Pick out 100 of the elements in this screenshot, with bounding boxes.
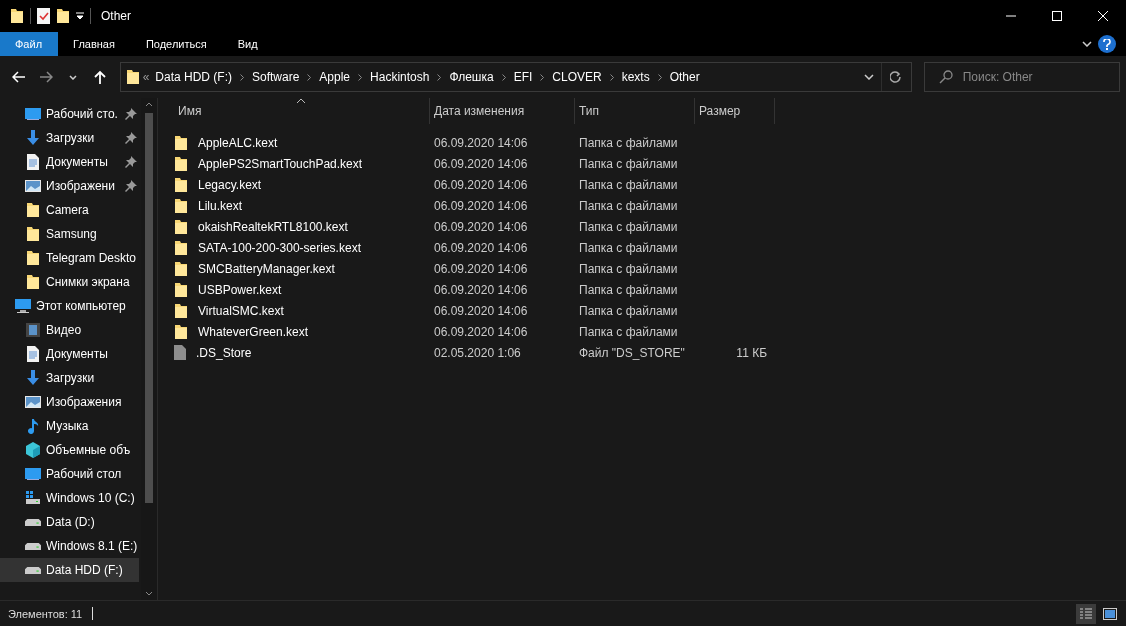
folder-icon <box>174 176 188 193</box>
sidebar-item[interactable]: Camera <box>0 198 139 222</box>
download-arrow-icon <box>25 370 41 386</box>
column-header[interactable]: Дата изменения <box>430 98 575 124</box>
image-icon <box>25 394 41 410</box>
table-cell-text: Папка с файлами <box>578 156 679 171</box>
table-cell-text: 06.09.2020 14:06 <box>433 303 529 318</box>
up-arrow-icon <box>94 70 107 84</box>
breadcrumb[interactable]: Other <box>666 70 703 84</box>
sidebar-item[interactable]: Снимки экрана <box>0 270 139 294</box>
chevron-right-icon[interactable] <box>609 73 614 81</box>
sidebar-item[interactable]: Telegram Deskto <box>0 246 139 270</box>
details-view-icon <box>1080 607 1092 620</box>
file-name[interactable]: USBPower.kext <box>194 282 282 297</box>
table-cell-text: 06.09.2020 14:06 <box>433 198 529 213</box>
breadcrumb[interactable]: Флешка <box>446 70 497 84</box>
table-cell-text: Папка с файлами <box>578 303 679 318</box>
folder-icon <box>174 281 188 298</box>
dropdown-icon[interactable] <box>76 12 84 20</box>
text-cursor <box>92 607 94 620</box>
folder-icon <box>26 274 40 290</box>
file-name[interactable]: .DS_Store <box>192 345 252 360</box>
folder-icon <box>174 302 188 319</box>
chevron-right-icon[interactable] <box>307 73 312 81</box>
breadcrumb[interactable]: kexts <box>618 70 653 84</box>
table-cell-text: 06.09.2020 14:06 <box>433 324 529 339</box>
chevron-down-icon <box>69 74 78 80</box>
sidebar-item[interactable]: Видео <box>0 318 139 342</box>
table-cell-text: Папка с файлами <box>578 324 679 339</box>
new-folder-icon <box>56 8 70 24</box>
chevron-right-icon[interactable] <box>358 73 363 81</box>
address-bar[interactable]: « Data HDD (F:) Software Apple Hackintosh Флешка EFI CLOVER kexts Other <box>119 62 912 92</box>
forward-arrow-icon <box>39 71 54 83</box>
ribbon-tab[interactable]: Файл <box>0 32 59 56</box>
file-name[interactable]: SATA-100-200-300-series.kext <box>194 240 361 255</box>
folder-icon <box>174 218 188 235</box>
table-cell-text: 06.09.2020 14:06 <box>433 240 529 255</box>
chevron-right-icon[interactable] <box>501 73 506 81</box>
sidebar-item[interactable]: Data HDD (F:) <box>0 558 139 582</box>
properties-icon[interactable] <box>37 8 50 24</box>
column-header[interactable]: Имя <box>174 98 430 124</box>
breadcrumb[interactable]: EFI <box>510 70 536 84</box>
scrollbar-thumb[interactable] <box>145 113 153 503</box>
search-icon <box>938 70 953 84</box>
search-field[interactable]: Поиск: Other <box>960 69 1111 85</box>
status-text: Элементов: 11 <box>8 607 83 620</box>
folder-icon <box>26 202 40 218</box>
sidebar-item[interactable]: Документы <box>0 342 139 366</box>
sidebar-item[interactable]: Загрузки <box>0 366 139 390</box>
help-icon[interactable] <box>1098 35 1116 53</box>
folder-icon <box>174 260 188 277</box>
sidebar-item[interactable]: Изображени <box>0 174 139 198</box>
details-view-button[interactable] <box>1076 603 1096 624</box>
chevron-right-icon[interactable] <box>540 73 545 81</box>
file-name[interactable]: SMCBatteryManager.kext <box>194 261 335 276</box>
sidebar-item[interactable]: Windows 10 (C:) <box>0 486 139 510</box>
breadcrumb[interactable]: Data HDD (F:) <box>152 70 235 84</box>
folder-icon <box>174 323 188 340</box>
sidebar-item[interactable]: Рабочий сто. <box>0 102 139 126</box>
sidebar-item[interactable]: Этот компьютер <box>0 294 139 318</box>
sidebar-item[interactable]: Загрузки <box>0 126 139 150</box>
scroll-up-icon[interactable] <box>145 102 153 107</box>
back-arrow-icon <box>12 71 27 83</box>
folder-icon <box>10 8 24 24</box>
breadcrumb[interactable]: CLOVER <box>549 70 605 84</box>
table-cell-text: 06.09.2020 14:06 <box>433 282 529 297</box>
breadcrumb[interactable]: Hackintosh <box>367 70 433 84</box>
refresh-icon <box>890 70 903 84</box>
search-box[interactable]: Поиск: Other <box>923 62 1120 92</box>
overflow-button[interactable]: « <box>139 70 153 84</box>
file-name[interactable]: VirtualSMC.kext <box>194 303 284 318</box>
file-name[interactable]: WhateverGreen.kext <box>194 324 309 339</box>
folder-icon <box>174 197 188 214</box>
sidebar-item[interactable]: Data (D:) <box>0 510 139 534</box>
sidebar-item[interactable]: Рабочий стол <box>0 462 139 486</box>
column-header[interactable]: Размер <box>695 98 775 124</box>
sidebar-item[interactable]: Windows 8.1 (E:) <box>0 534 139 558</box>
breadcrumb[interactable]: Software <box>249 70 303 84</box>
file-name[interactable]: okaishRealtekRTL8100.kext <box>194 219 348 234</box>
sidebar-item[interactable]: Объемные объ <box>0 438 139 462</box>
chevron-down-icon[interactable] <box>1082 41 1092 47</box>
folder-icon <box>174 239 188 256</box>
file-name[interactable]: ApplePS2SmartTouchPad.kext <box>194 156 363 171</box>
sidebar-item[interactable]: Изображения <box>0 390 139 414</box>
chevron-right-icon[interactable] <box>657 73 662 81</box>
column-header[interactable]: Тип <box>575 98 695 124</box>
sidebar-item[interactable]: Документы <box>0 150 139 174</box>
ribbon-tab[interactable]: Главная <box>58 32 131 56</box>
table-cell-text: Папка с файлами <box>578 135 679 150</box>
file-name[interactable]: AppleALC.kext <box>194 135 278 150</box>
chevron-right-icon[interactable] <box>240 73 244 81</box>
sidebar-item[interactable]: Samsung <box>0 222 139 246</box>
breadcrumb[interactable]: Apple <box>316 70 354 84</box>
file-name[interactable]: Lilu.kext <box>194 198 243 213</box>
file-name[interactable]: Legacy.kext <box>194 177 262 192</box>
scroll-down-icon[interactable] <box>145 591 153 596</box>
chevron-right-icon[interactable] <box>437 73 442 81</box>
sidebar-item[interactable]: Музыка <box>0 414 139 438</box>
ribbon-tab[interactable]: Вид <box>222 32 274 56</box>
ribbon-tab[interactable]: Поделиться <box>130 32 223 56</box>
